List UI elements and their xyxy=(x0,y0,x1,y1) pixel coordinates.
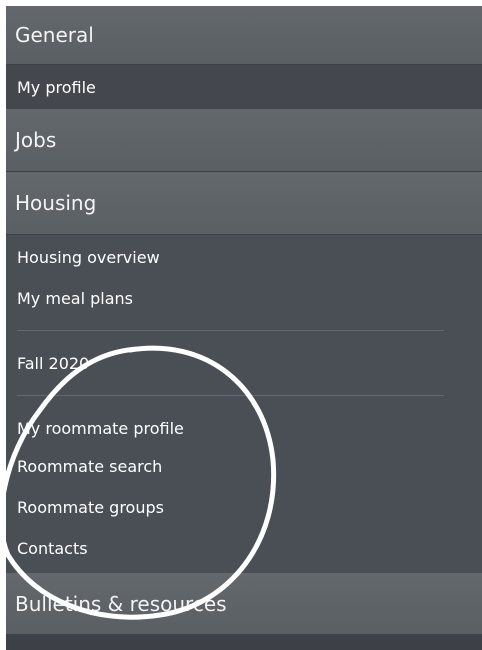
sidebar-nav: General My profile Jobs Housing Housing … xyxy=(6,6,482,650)
section-jobs[interactable]: Jobs xyxy=(6,109,482,172)
section-general[interactable]: General xyxy=(6,6,482,65)
nav-item-housing-overview[interactable]: Housing overview xyxy=(17,248,160,267)
divider xyxy=(17,330,444,331)
nav-item-my-meal-plans[interactable]: My meal plans xyxy=(17,289,133,308)
section-bulletins-resources[interactable]: Bulletins & resources xyxy=(6,573,482,635)
next-section-edge xyxy=(6,635,482,650)
nav-item-roommate-groups[interactable]: Roommate groups xyxy=(17,498,164,517)
section-housing[interactable]: Housing xyxy=(6,172,482,235)
divider xyxy=(17,395,444,396)
nav-item-contacts[interactable]: Contacts xyxy=(17,539,88,558)
nav-item-my-profile[interactable]: My profile xyxy=(17,78,96,97)
nav-item-roommate-search[interactable]: Roommate search xyxy=(17,457,162,476)
term-label[interactable]: Fall 2020 xyxy=(17,354,89,373)
nav-item-my-roommate-profile[interactable]: My roommate profile xyxy=(17,419,184,438)
